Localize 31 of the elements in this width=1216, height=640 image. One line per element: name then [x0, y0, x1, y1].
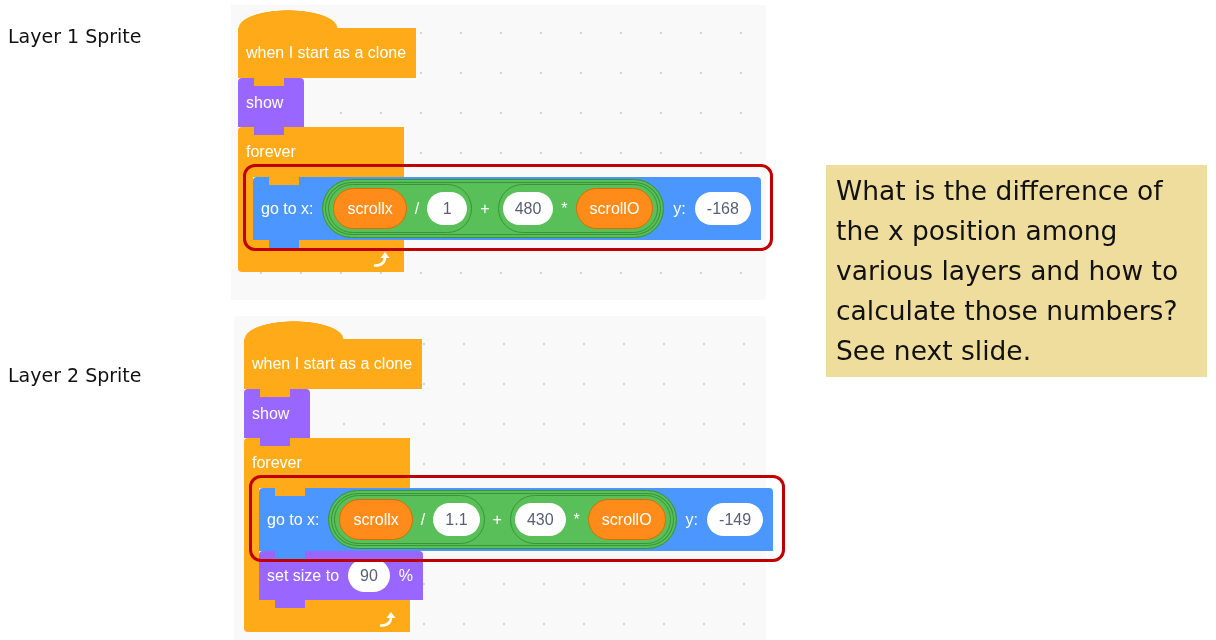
loop-arrow-icon: [379, 611, 396, 628]
block-label: %: [398, 566, 414, 585]
variable-reporter: scrollO: [575, 188, 654, 229]
block-label: set size to: [267, 566, 340, 585]
number-input[interactable]: 1.1: [433, 503, 480, 536]
hat-block: when I start as a clone: [244, 321, 423, 397]
block-label: y:: [673, 199, 686, 218]
block-label: y:: [685, 510, 699, 529]
operator-symbol: *: [573, 510, 580, 529]
operator-symbol: *: [561, 199, 568, 218]
block-label: go to x:: [267, 510, 320, 529]
block-label: go to x:: [261, 199, 314, 218]
operator-symbol: /: [414, 199, 420, 218]
variable-reporter: scrollx: [339, 499, 413, 540]
block-label: forever: [252, 454, 302, 472]
number-input[interactable]: 480: [502, 192, 554, 225]
number-input[interactable]: -168: [694, 192, 751, 225]
question-text: What is the difference of the x position among various layers and how to calculate those numbers? See next slide.: [826, 165, 1207, 377]
operator-symbol: +: [480, 199, 490, 218]
sprite-label: Layer 1 Sprite: [8, 25, 142, 47]
operator-symbol: +: [492, 510, 502, 529]
variable-reporter: scrollO: [587, 499, 666, 540]
sprite-label: Layer 2 Sprite: [8, 364, 142, 386]
number-input[interactable]: 430: [514, 503, 566, 536]
loop-arrow-icon: [373, 251, 390, 268]
number-input[interactable]: -149: [707, 503, 764, 536]
hat-block: when I start as a clone: [238, 10, 417, 86]
variable-reporter: scrollx: [333, 188, 407, 229]
number-input[interactable]: 1: [427, 192, 468, 225]
block-label: forever: [246, 143, 296, 161]
operator-symbol: /: [420, 510, 426, 529]
